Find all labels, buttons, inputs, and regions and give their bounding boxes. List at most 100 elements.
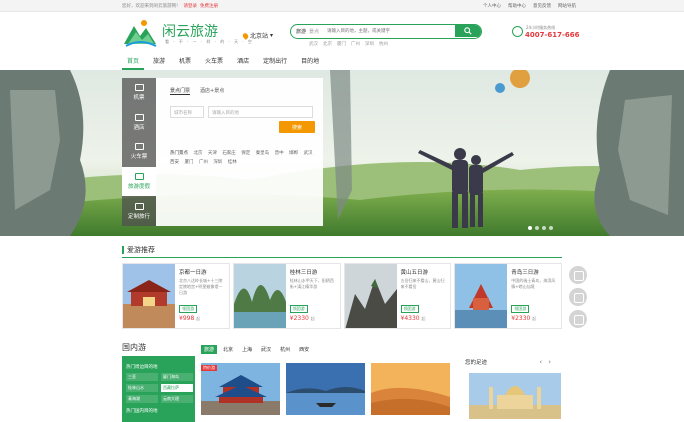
card-tag: 领团游 <box>400 305 419 313</box>
carousel-dot[interactable] <box>549 226 553 230</box>
search-category[interactable]: 旅游 景点 <box>296 28 319 35</box>
booking-panel: 景点门票 酒店+景点 城市名称 请输入目的地 搜索 热门景点 北京 天津 石家庄… <box>156 78 323 226</box>
hot-city[interactable]: 武汉 <box>304 151 313 156</box>
tour-card[interactable]: 京都一日游 北京八达岭长城+十三陵定陵地宫+明皇蜡像馆一日游 领团游 ¥998 起 <box>122 263 230 329</box>
city-input[interactable]: 城市名称 <box>170 106 204 118</box>
card-desc: 桂林山水甲天下，阳朔西街+漓江精华游 <box>289 278 334 289</box>
tab-tickets[interactable]: 景点门票 <box>170 87 191 95</box>
site-nav-link[interactable]: 网站导航 <box>558 3 576 9</box>
vacation-icon <box>134 173 144 181</box>
feedback-link[interactable]: 意见反馈 <box>533 3 551 9</box>
top-links: 个人中心 帮助中心 意见反馈 网站导航 <box>483 3 576 9</box>
destination-link[interactable]: 云南大理 <box>161 395 193 403</box>
domestic-tab[interactable]: 北京 <box>220 345 236 354</box>
booking-search-button[interactable]: 搜索 <box>279 121 315 133</box>
nav-flights[interactable]: 机票 <box>174 56 196 70</box>
recommend-cards: 京都一日游 北京八达岭长城+十三陵定陵地宫+明皇蜡像馆一日游 领团游 ¥998 起 桂… <box>122 263 562 329</box>
hot-city[interactable]: 保定 <box>241 151 250 156</box>
top-bar: 您好，欢迎来到闲云旅游网！ 请登录 免费注册 个人中心 帮助中心 意见反馈 网站导航 <box>0 0 684 12</box>
city-selector[interactable]: 北京站 ▾ <box>241 31 273 40</box>
sidebar-item-hotels[interactable]: 酒店 <box>122 108 156 138</box>
domestic-tab[interactable]: 上海 <box>239 345 255 354</box>
domestic-side-heading: 热门周边目的地 <box>126 365 158 370</box>
sidebar-item-flights[interactable]: 机票 <box>122 78 156 108</box>
domestic-tab[interactable]: 杭州 <box>277 345 293 354</box>
user-center-link[interactable]: 个人中心 <box>483 3 501 9</box>
carousel-dot[interactable] <box>528 226 532 230</box>
card-image <box>233 264 286 328</box>
destination-link[interactable]: 桂林山水 <box>126 384 158 392</box>
sidebar-item-vacation[interactable]: 旅游度假 <box>122 166 156 197</box>
domestic-tab[interactable]: 旅游 <box>201 345 218 354</box>
tab-hotel-scenic[interactable]: 酒店+景点 <box>200 87 224 95</box>
card-image <box>123 264 175 328</box>
destination-link[interactable]: 青海湖 <box>126 395 158 403</box>
visited-arrows[interactable]: ‹› <box>539 358 557 366</box>
hot-city[interactable]: 西安 <box>170 160 179 165</box>
domestic-tab[interactable]: 武汉 <box>258 345 274 354</box>
hot-city[interactable]: 桂林 <box>228 160 237 165</box>
destination-link[interactable]: 西藏拉萨 <box>161 384 193 392</box>
sidebar-item-trains[interactable]: 火车票 <box>122 137 156 167</box>
brand-name: 闲云旅游 <box>162 24 218 40</box>
destination-link[interactable]: 厦门海岛 <box>161 373 193 381</box>
destination-input[interactable]: 请输入目的地 <box>208 106 313 118</box>
back-to-top-icon[interactable] <box>569 310 587 328</box>
tour-card[interactable]: 黄山五日游 五岳归来不看山，黄山归来不看岳 领团游 ¥4330 起 <box>343 263 452 329</box>
hot-search-item[interactable]: 深圳 <box>365 41 374 47</box>
domestic-image[interactable] <box>371 363 450 415</box>
hotel-icon <box>134 113 144 121</box>
hot-city[interactable]: 厦门 <box>184 160 193 165</box>
nav-destinations[interactable]: 目的地 <box>296 56 324 70</box>
hot-search-item[interactable]: 杭州 <box>379 41 388 47</box>
hot-city[interactable]: 秦皇岛 <box>256 151 270 156</box>
hot-city[interactable]: 晋中 <box>275 151 284 156</box>
hot-search-item[interactable]: 武汉 <box>309 41 318 47</box>
brand-slogan: 看 · 不 · 一 · 样 · 的 · 天 · 空 <box>165 39 254 44</box>
phone-icon <box>512 26 523 37</box>
nav-trains[interactable]: 火车票 <box>200 56 228 70</box>
carousel-dot[interactable] <box>542 226 546 230</box>
welcome-text: 您好，欢迎来到闲云旅游网！ 请登录 免费注册 <box>122 4 218 9</box>
nav-hotels[interactable]: 酒店 <box>232 56 254 70</box>
hot-search-item[interactable]: 北京 <box>323 41 332 47</box>
hot-city[interactable]: 深圳 <box>213 160 222 165</box>
hot-search-item[interactable]: 厦门 <box>337 41 346 47</box>
nav-travel[interactable]: 旅游 <box>148 56 170 70</box>
hero-banner[interactable] <box>0 70 684 236</box>
hot-city[interactable]: 广州 <box>199 160 208 165</box>
location-pin-icon <box>241 31 250 40</box>
visited-image[interactable] <box>469 373 561 419</box>
hot-search-item[interactable]: 广州 <box>351 41 360 47</box>
plane-icon <box>134 84 144 92</box>
login-link[interactable]: 请登录 <box>184 4 198 9</box>
hot-city[interactable]: 邯郸 <box>289 151 298 156</box>
hotline: 24小时服务热线 4007-617-666 <box>512 24 580 46</box>
booking-sidebar: 机票 酒店 火车票 旅游度假 定制旅行 <box>122 78 156 226</box>
hot-city[interactable]: 石家庄 <box>222 151 236 156</box>
domestic-tab[interactable]: 西安 <box>296 345 312 354</box>
tour-card[interactable]: 桂林三日游 桂林山水甲天下，阳朔西街+漓江精华游 领团游 ¥2330 起 <box>232 263 341 329</box>
register-link[interactable]: 免费注册 <box>200 4 218 9</box>
search-button[interactable] <box>455 25 481 37</box>
hot-city[interactable]: 北京 <box>193 151 202 156</box>
nav-home[interactable]: 首页 <box>122 56 145 70</box>
destination-link[interactable]: 三亚 <box>126 373 158 381</box>
card-tag: 领团游 <box>289 305 308 313</box>
hero-image <box>0 70 684 236</box>
tour-card[interactable]: 青岛三日游 中国的瑞士青岛，海滨风情+崂山仙境 领团游 ¥2330 起 <box>454 263 562 329</box>
nav-custom[interactable]: 定制出行 <box>258 56 292 70</box>
help-center-link[interactable]: 帮助中心 <box>508 3 526 9</box>
logo-icon[interactable] <box>122 18 158 48</box>
search-input[interactable] <box>327 27 445 36</box>
carousel-dot[interactable] <box>535 226 539 230</box>
card-price: ¥2330 起 <box>289 315 315 322</box>
domestic-side-heading: 热门国内目的地 <box>126 409 158 414</box>
phone-float-icon[interactable] <box>569 288 587 306</box>
booking-tabs: 景点门票 酒店+景点 <box>170 87 224 95</box>
sidebar-item-custom[interactable]: 定制旅行 <box>122 196 156 226</box>
hot-city[interactable]: 天津 <box>208 151 217 156</box>
chat-icon[interactable] <box>569 266 587 284</box>
domestic-image[interactable] <box>286 363 365 415</box>
card-price: ¥2330 起 <box>511 315 537 322</box>
